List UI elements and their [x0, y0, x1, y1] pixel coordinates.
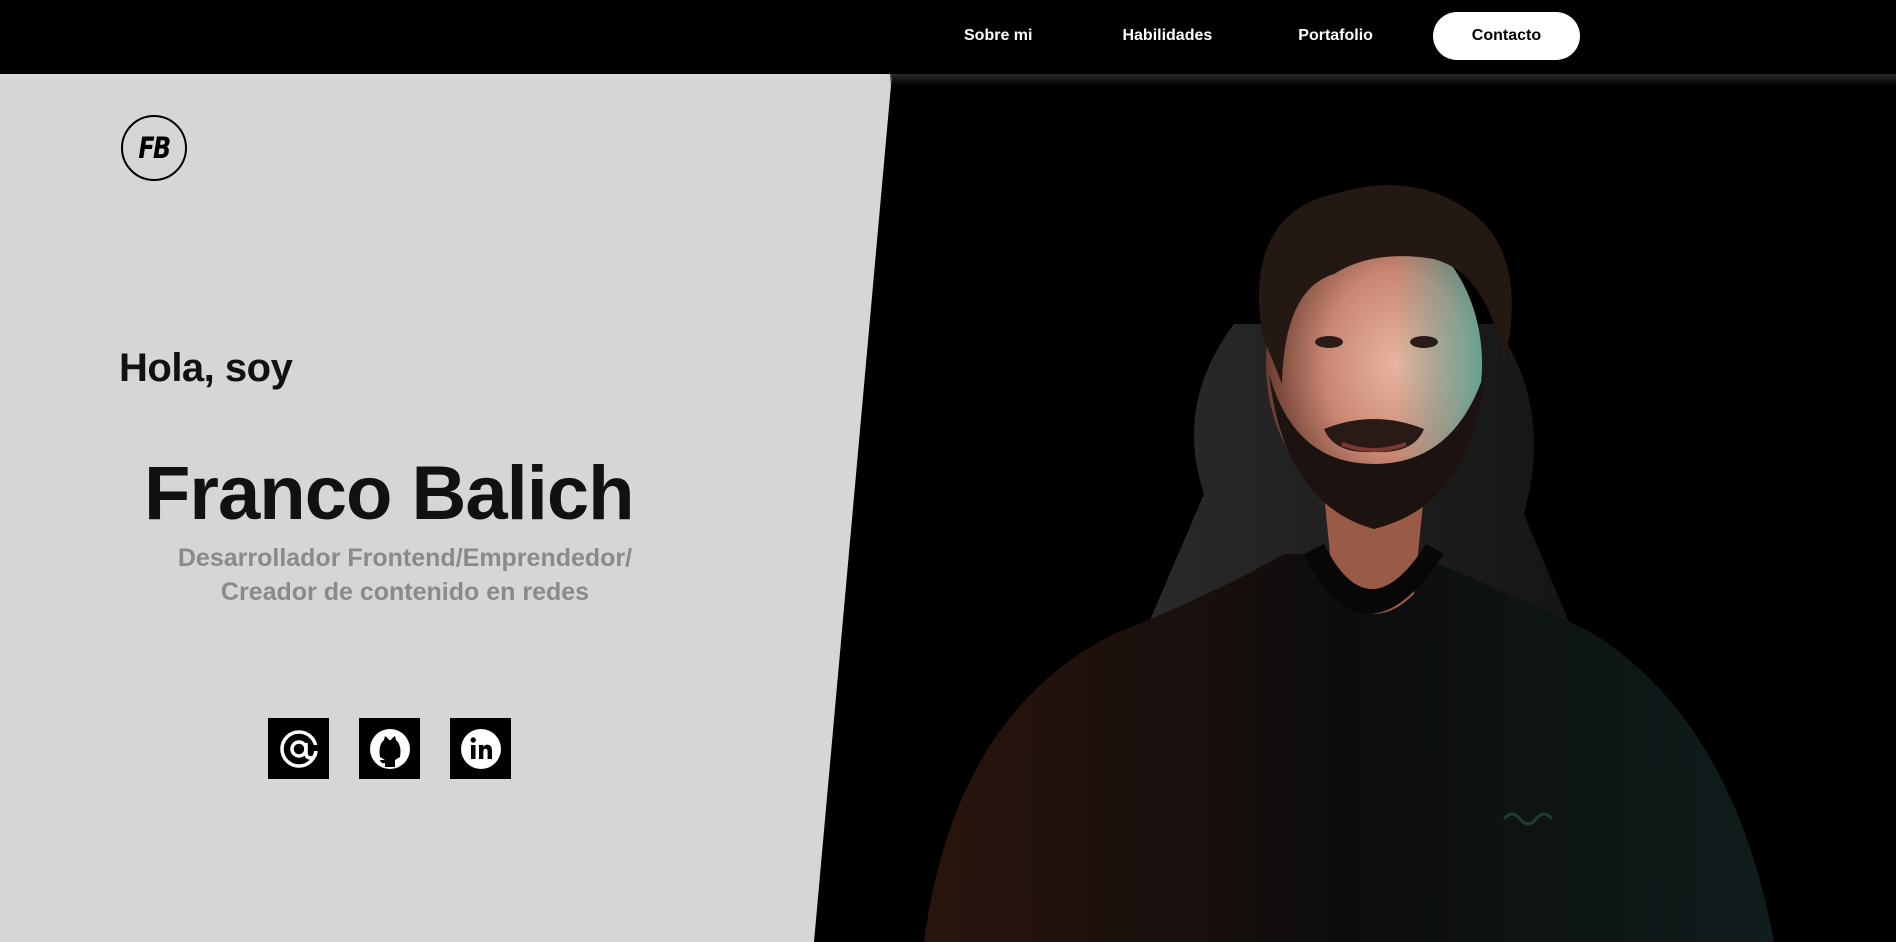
logo-text: FB [138, 131, 171, 165]
github-link[interactable] [359, 718, 420, 779]
nav-link-habilidades[interactable]: Habilidades [1122, 27, 1212, 45]
hero-name: Franco Balich [144, 451, 635, 536]
nav-link-sobre-mi[interactable]: Sobre mi [964, 27, 1032, 45]
at-sign-icon [279, 729, 319, 768]
linkedin-icon [460, 728, 501, 769]
profile-photo [924, 185, 1774, 942]
navbar-shadow [890, 74, 1896, 86]
github-icon [369, 728, 410, 769]
page: Sobre mi Habilidades Portafolio Contacto [0, 0, 1896, 942]
fb-logo[interactable]: FB [121, 115, 187, 181]
hero-role-line2: Creador de contenido en redes [220, 578, 590, 606]
social-links [268, 718, 511, 779]
top-navbar: Sobre mi Habilidades Portafolio Contacto [0, 0, 1896, 74]
contact-button[interactable]: Contacto [1432, 12, 1580, 60]
nav-link-portafolio[interactable]: Portafolio [1298, 27, 1373, 45]
main-nav: Sobre mi Habilidades Portafolio Contacto [930, 12, 1580, 60]
email-link[interactable] [268, 718, 329, 779]
linkedin-link[interactable] [450, 718, 511, 779]
hero-role: Desarrollador Frontend/Emprendedor/ Crea… [130, 541, 680, 609]
hero-greeting: Hola, soy [119, 346, 293, 390]
hero-role-line1: Desarrollador Frontend/Emprendedor/ [177, 544, 633, 572]
